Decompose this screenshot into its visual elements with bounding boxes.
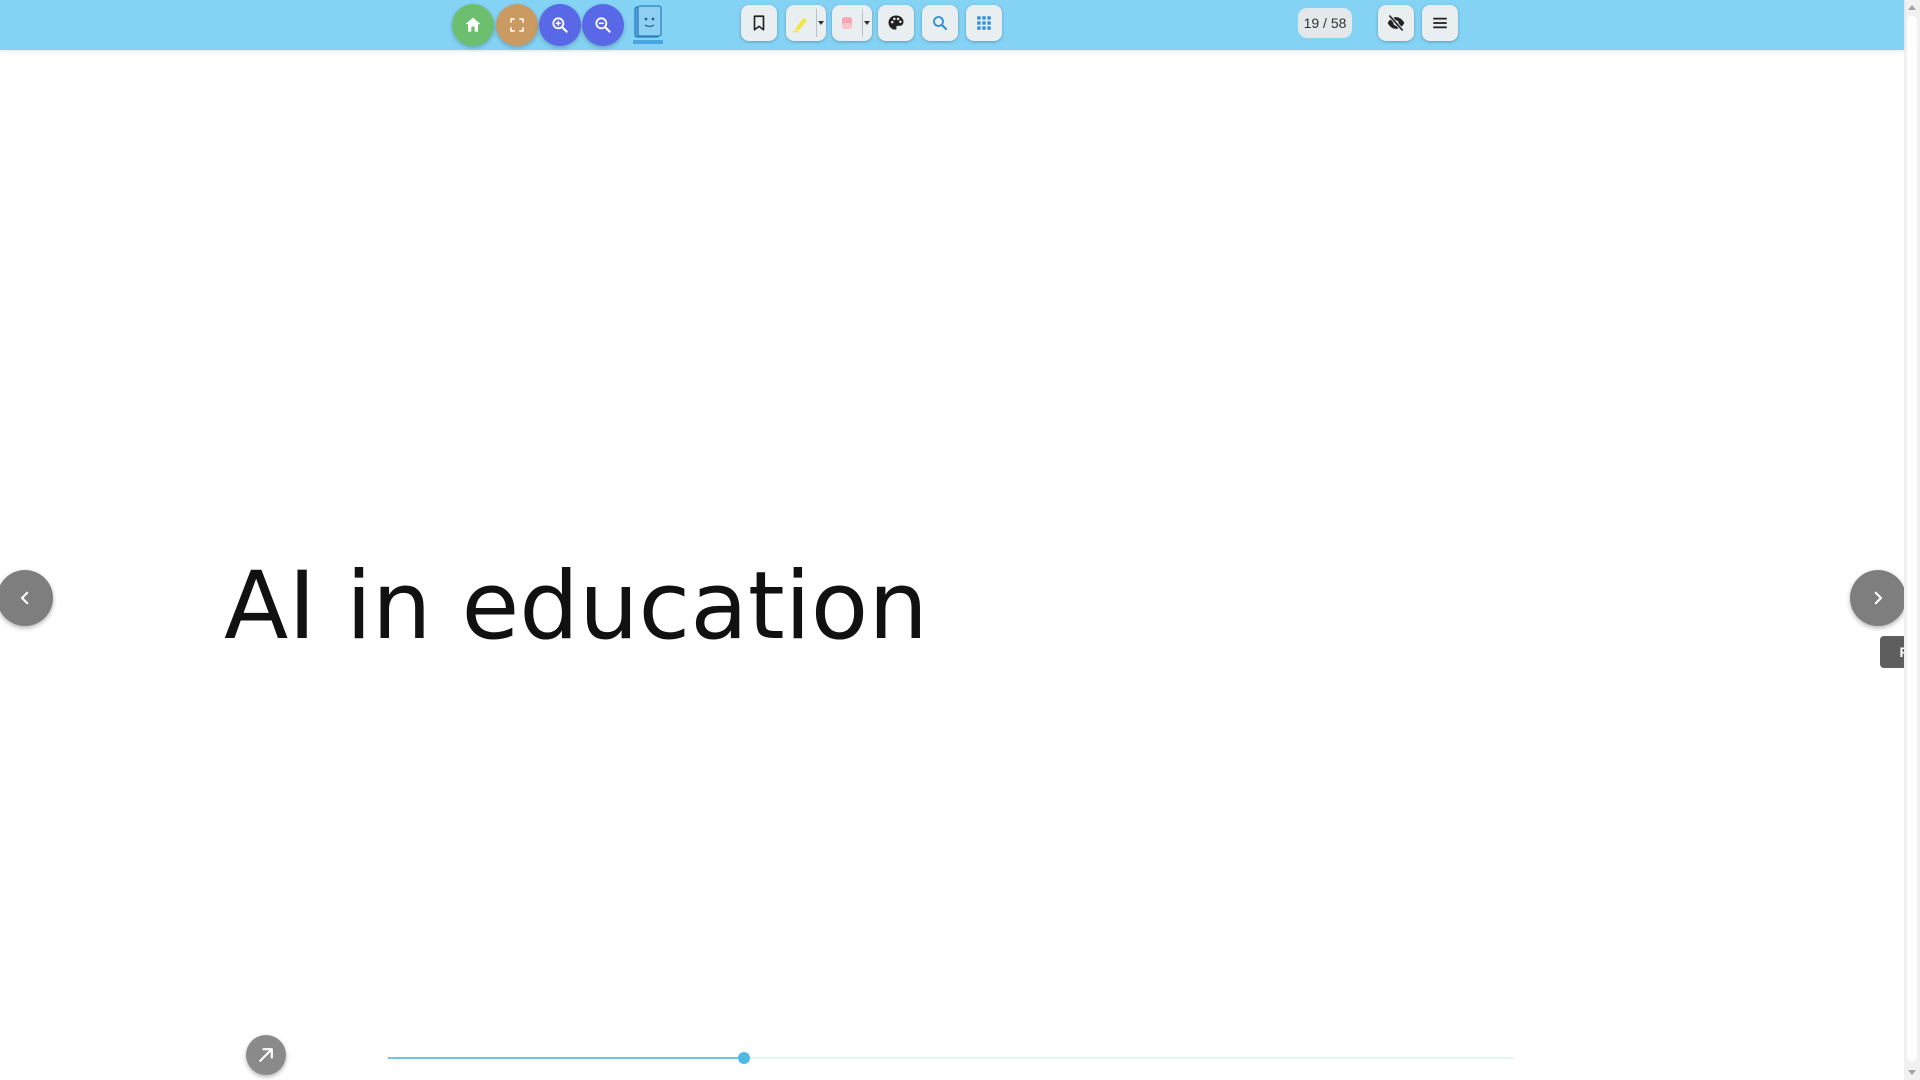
menu-button[interactable] [1422, 5, 1458, 41]
chevron-down-icon[interactable] [864, 21, 870, 25]
zoom-out-button[interactable] [582, 4, 624, 46]
grid-icon [977, 16, 991, 30]
chevron-right-icon [1874, 591, 1883, 605]
book-logo-icon [633, 5, 663, 44]
highlighter-icon [793, 18, 807, 33]
page-counter: 19 / 58 [1298, 8, 1352, 38]
scroll-down-arrow-icon[interactable] [1908, 1070, 1916, 1075]
vertical-scrollbar[interactable] [1904, 0, 1920, 1080]
thumbnail-grid-button[interactable] [966, 5, 1002, 41]
arrow-up-right-icon [259, 1048, 273, 1062]
search-icon [933, 16, 948, 31]
page-slider-progress [388, 1057, 744, 1059]
ebook-viewer: 19 / 58 AI in education F [0, 0, 1920, 1080]
eye-off-icon [1387, 14, 1405, 32]
page-slider-handle[interactable] [737, 1052, 750, 1064]
eraser-icon [842, 17, 852, 29]
zoom-out-icon [595, 17, 611, 33]
fullscreen-icon [510, 18, 524, 32]
home-button[interactable] [452, 4, 494, 46]
scrollbar-thumb[interactable] [1907, 16, 1917, 1061]
next-page-button[interactable] [1850, 570, 1906, 626]
hamburger-menu-icon [1433, 17, 1447, 29]
chevron-left-icon [20, 591, 29, 605]
search-button[interactable] [922, 5, 958, 41]
page-slider[interactable] [388, 1050, 1514, 1066]
zoom-in-icon [552, 17, 568, 33]
palette-button[interactable] [878, 5, 914, 41]
bookmark-icon [753, 15, 765, 31]
scroll-up-arrow-icon[interactable] [1908, 5, 1916, 10]
eraser-separator [862, 9, 863, 37]
palette-icon [888, 15, 904, 30]
eraser-button[interactable] [832, 5, 872, 41]
share-button[interactable] [246, 1035, 286, 1075]
bookmark-button[interactable] [741, 5, 777, 41]
chevron-down-icon[interactable] [818, 21, 824, 25]
top-toolbar: 19 / 58 [0, 0, 1904, 50]
previous-page-button[interactable] [0, 570, 53, 626]
hide-toolbar-button[interactable] [1378, 5, 1414, 41]
home-icon [465, 17, 481, 32]
highlighter-separator [816, 9, 817, 37]
book-logo[interactable] [630, 3, 666, 47]
zoom-in-button[interactable] [539, 4, 581, 46]
fullscreen-button[interactable] [496, 4, 538, 46]
highlighter-button[interactable] [786, 5, 826, 41]
slide-title: AI in education [224, 552, 928, 661]
